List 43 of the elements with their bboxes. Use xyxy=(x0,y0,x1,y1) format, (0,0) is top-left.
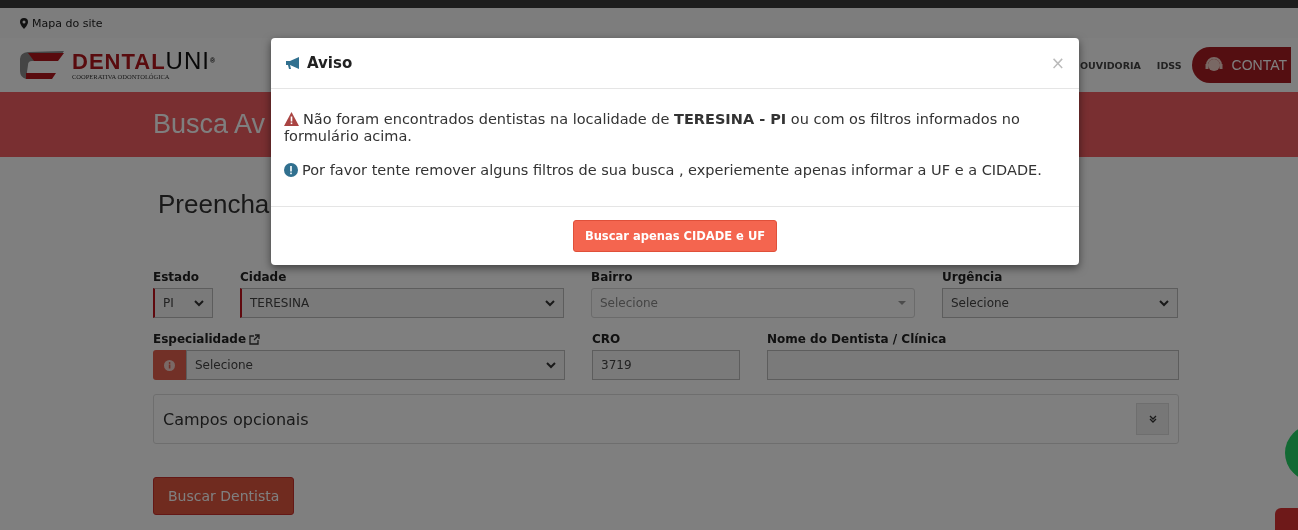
logo-icon xyxy=(18,49,66,81)
megaphone-icon xyxy=(285,56,302,70)
external-link-icon[interactable] xyxy=(249,333,261,345)
alert-message: Por favor tente remover alguns filtros de sua busca , experiemente apenas informar a UF e a CIDADE. xyxy=(284,162,1066,179)
field-label: Urgência xyxy=(942,270,1003,284)
caret-icon xyxy=(1159,299,1169,307)
panel-title: Campos opcionais xyxy=(163,409,309,429)
caret-icon xyxy=(545,299,555,307)
nav-link[interactable]: IDSS xyxy=(1156,59,1182,71)
logo-wordmark: DENTAL xyxy=(72,49,166,74)
field-label: Especialidade xyxy=(153,332,247,346)
info-icon xyxy=(164,359,175,371)
caret-icon xyxy=(194,299,204,307)
field-label: Cidade xyxy=(240,270,287,284)
field-label: CRO xyxy=(592,332,621,346)
warning-icon xyxy=(284,112,299,126)
alert-message: Não foram encontrados dentistas na localidade de TERESINA - PI ou com os filtros informados no formulário acima. xyxy=(284,111,1021,145)
dialog-title: Aviso xyxy=(307,54,353,72)
field-label: Bairro xyxy=(591,270,633,284)
search-button[interactable]: Buscar Dentista xyxy=(153,477,295,515)
field-label: Nome do Dentista / Clínica xyxy=(767,332,947,346)
form-heading: Preencha xyxy=(158,189,271,220)
search-city-button[interactable]: Buscar apenas CIDADE e UF xyxy=(572,220,778,252)
caret-icon xyxy=(898,301,906,305)
page-title: Busca Av xyxy=(153,109,266,140)
exclamation-circle-icon xyxy=(284,163,298,177)
contact-button[interactable]: CONTAT xyxy=(1191,47,1291,83)
select-field[interactable]: Selecione xyxy=(591,288,915,318)
logo-wordmark: UNI xyxy=(165,47,210,74)
map-pin-icon xyxy=(20,17,28,29)
field-label: Estado xyxy=(153,270,199,284)
sitemap-link[interactable]: Mapa do site xyxy=(32,16,103,30)
select-field[interactable]: Selecione xyxy=(942,288,1178,318)
select-field[interactable]: PI xyxy=(153,288,213,318)
input-field[interactable]: 3719 xyxy=(592,350,740,380)
select-field[interactable]: Selecione xyxy=(186,350,565,380)
chevron-icon xyxy=(1148,415,1157,423)
caret-icon xyxy=(546,361,556,369)
expand-button[interactable] xyxy=(1136,403,1169,435)
input-field[interactable] xyxy=(767,350,1179,380)
nav-link[interactable]: OUVIDORIA xyxy=(1080,59,1141,71)
close-button[interactable]: × xyxy=(1050,53,1065,73)
select-field[interactable]: TERESINA xyxy=(240,288,564,318)
